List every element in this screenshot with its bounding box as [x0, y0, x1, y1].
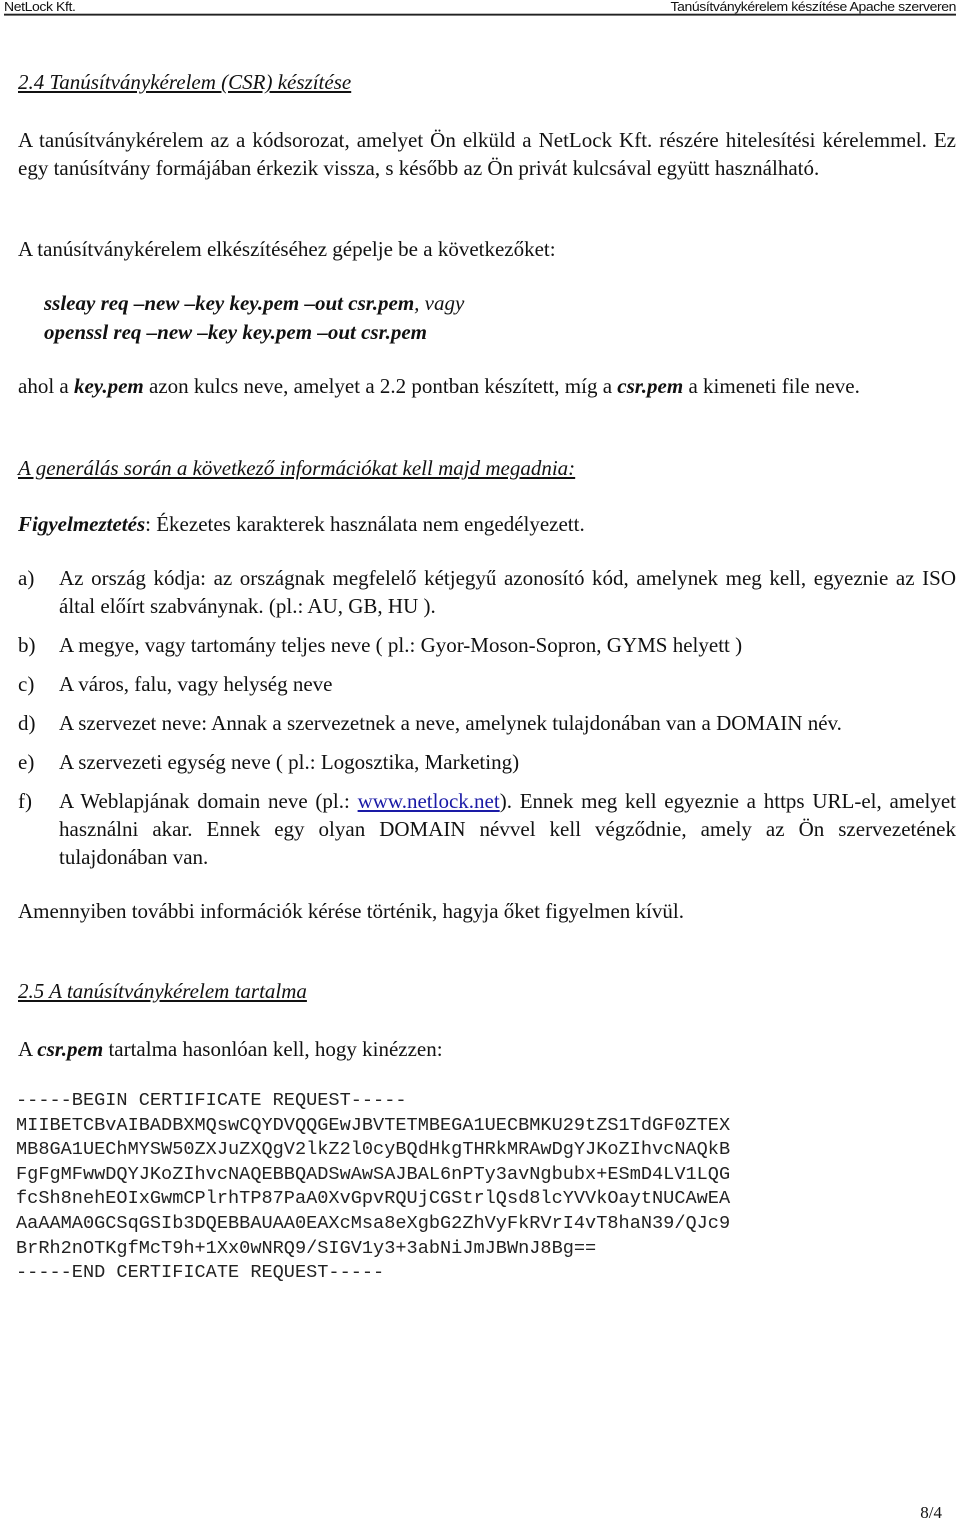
csr-line: MB8GA1UEChMYSW50ZXJuZXQgV2lkZ2l0cyBQdHkg…	[16, 1139, 731, 1161]
page-number: 8/4	[920, 1503, 942, 1522]
command-ssleay: ssleay req –new –key key.pem –out csr.pe…	[44, 291, 465, 315]
key-file-name: key.pem	[73, 374, 144, 398]
page-header: NetLock Kft. Tanúsítványkérelem készítés…	[4, 0, 957, 16]
section-heading-2-5: 2.5 A tanúsítványkérelem tartalma	[18, 979, 307, 1003]
netlock-link[interactable]: www.netlock.net	[358, 789, 500, 813]
csr-file-name: csr.pem	[617, 374, 684, 398]
csr-line: -----BEGIN CERTIFICATE REQUEST-----	[16, 1090, 407, 1111]
list-item-b: b) A megye, vagy tartomány teljes neve (…	[18, 631, 956, 659]
warning-label: Figyelmeztetés	[18, 512, 146, 536]
instruction-paragraph: A tanúsítványkérelem elkészítéséhez gépe…	[18, 237, 556, 261]
list-item-d: d) A szervezet neve: Annak a szervezetne…	[18, 709, 956, 737]
header-company: NetLock Kft.	[4, 0, 76, 14]
list-marker: f)	[18, 789, 32, 813]
header-document-title: Tanúsítványkérelem készítése Apache szer…	[670, 0, 957, 14]
list-text: A város, falu, vagy helység neve	[59, 672, 333, 696]
command-separator: , vagy	[414, 291, 465, 315]
warning-paragraph: Figyelmeztetés: Ékezetes karakterek hasz…	[18, 512, 585, 536]
csr-line: FgFgMFwwDQYJKoZIhvcNAQEBBQADSwAwSAJBAL6n…	[16, 1163, 731, 1185]
list-marker: b)	[18, 633, 36, 657]
list-item-e: e) A szervezeti egység neve ( pl.: Logos…	[18, 748, 956, 776]
list-marker: a)	[18, 566, 35, 590]
intro-paragraph: A tanúsítványkérelem az a kódsorozat, am…	[18, 128, 956, 180]
list-marker: d)	[18, 711, 36, 735]
command-openssl: openssl req –new –key key.pem –out csr.p…	[44, 320, 428, 344]
csr-content-block: -----BEGIN CERTIFICATE REQUEST----- MIIBE…	[16, 1089, 730, 1286]
csr-line: AaAAMA0GCSqGSIb3DQEBBAUAA0EAXcMsa8eXgbG2…	[16, 1212, 731, 1234]
list-item-a: a) Az ország kódja: az országnak megfele…	[18, 564, 956, 620]
csr-file-name: csr.pem	[37, 1037, 104, 1061]
list-marker: e)	[18, 750, 35, 774]
explanation-paragraph: ahol a key.pem azon kulcs neve, amelyet …	[18, 374, 860, 398]
section-heading-2-4: 2.4 Tanúsítványkérelem (CSR) készítése	[18, 70, 352, 94]
list-text: A megye, vagy tartomány teljes neve ( pl…	[59, 633, 743, 657]
list-marker: c)	[18, 672, 35, 696]
list-item-f: f) A Weblapjának domain neve (pl.: www.n…	[18, 787, 956, 871]
csr-line: BrRh2nOTKgfMcT9h+1Xx0wNRQ9/SIGV1y3+3abNi…	[16, 1237, 597, 1259]
list-text: A Weblapjának domain neve (pl.: www.netl…	[59, 789, 956, 869]
list-text: A szervezeti egység neve ( pl.: Logoszti…	[59, 750, 520, 774]
list-text: A szervezet neve: Annak a szervezetnek a…	[59, 711, 842, 735]
csr-line: MIIBETCBvAIBADBXMQswCQYDVQQGEwJBVTETMBEG…	[16, 1114, 731, 1136]
command-block: ssleay req –new –key key.pem –out csr.pe…	[44, 289, 956, 347]
closing-paragraph: Amennyiben további információk kérése tö…	[18, 899, 684, 923]
list-item-c: c) A város, falu, vagy helység neve	[18, 670, 956, 698]
csr-intro-paragraph: A csr.pem tartalma hasonlóan kell, hogy …	[18, 1037, 443, 1061]
list-text: Az ország kódja: az országnak megfelelő …	[59, 566, 956, 618]
csr-line: fcSh8nehEOIxGwmCPlrhTP87PaA0XvGpvRQUjCGS…	[16, 1188, 731, 1210]
csr-line: -----END CERTIFICATE REQUEST-----	[16, 1262, 385, 1284]
generation-subheading: A generálás során a következő információ…	[18, 456, 576, 480]
